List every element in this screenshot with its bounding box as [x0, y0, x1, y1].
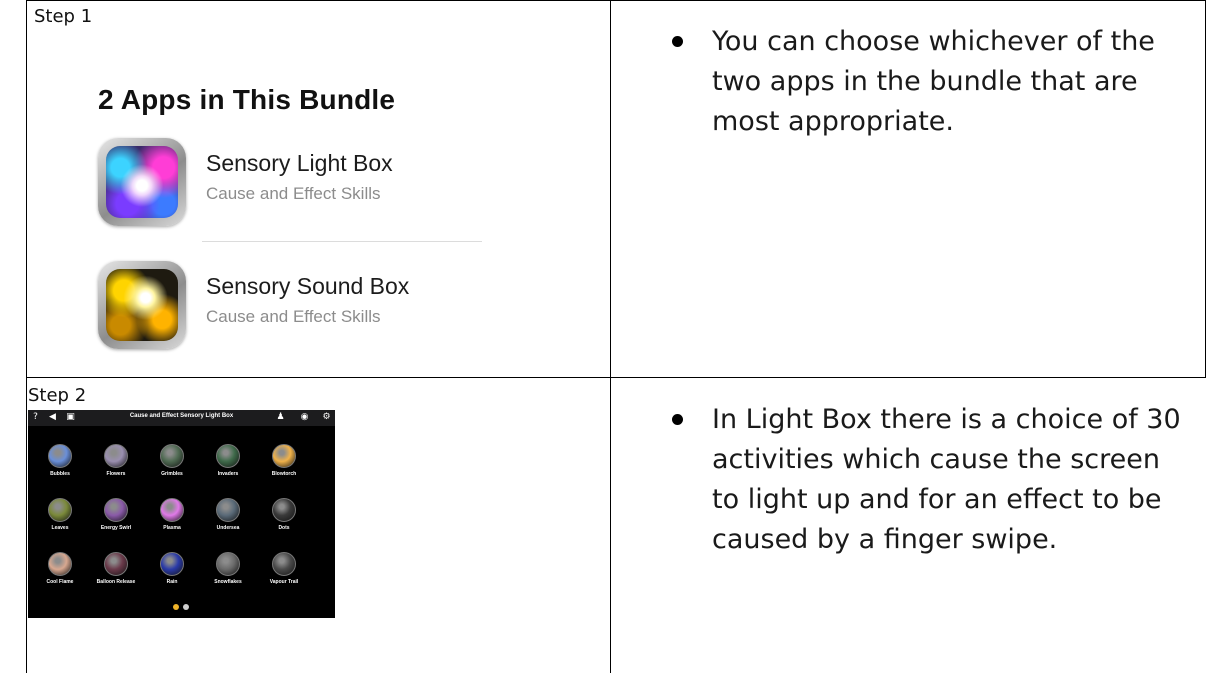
step-2-bullets: In Light Box there is a choice of 30 act… — [660, 400, 1195, 560]
activity-tile[interactable]: Cool Flame — [40, 552, 80, 592]
activity-tile[interactable]: Plasma — [152, 498, 192, 538]
activity-thumbnail-icon — [272, 444, 296, 468]
activity-thumbnail-icon — [160, 552, 184, 576]
step-1-label: Step 1 — [34, 6, 93, 27]
activity-tile[interactable]: Undersea — [208, 498, 248, 538]
bullet-item: You can choose whichever of the two apps… — [660, 22, 1190, 142]
screenshot-title: Cause and Effect Sensory Light Box — [129, 413, 234, 419]
activity-thumbnail-icon — [48, 552, 72, 576]
activity-label: Vapour Trail — [269, 579, 299, 585]
activity-thumbnail-icon — [104, 498, 128, 522]
activity-label: Rain — [166, 579, 178, 585]
activity-tile[interactable]: Bubbles — [40, 444, 80, 484]
activity-tile[interactable]: Energy Swirl — [96, 498, 136, 538]
activity-label: Energy Swirl — [100, 525, 132, 531]
bullet-dot-icon — [672, 414, 683, 425]
activity-tile[interactable]: Leaves — [40, 498, 80, 538]
bullet-dot-icon — [672, 36, 683, 47]
app-item-sensory-light-box: Sensory Light Box Cause and Effect Skill… — [98, 138, 498, 228]
activity-tile[interactable]: Invaders — [208, 444, 248, 484]
activity-thumbnail-icon — [216, 444, 240, 468]
column-divider — [610, 0, 611, 673]
app-item-sensory-sound-box: Sensory Sound Box Cause and Effect Skill… — [98, 261, 498, 351]
activity-tile[interactable]: Blowtorch — [264, 444, 304, 484]
table-top-border — [26, 0, 1206, 1]
app-divider — [202, 241, 482, 242]
activity-label: Snowflakes — [214, 579, 242, 585]
activity-thumbnail-icon — [104, 552, 128, 576]
activity-thumbnail-icon — [48, 444, 72, 468]
page-indicator[interactable] — [183, 604, 189, 610]
bundle-title: 2 Apps in This Bundle — [98, 84, 396, 115]
activity-label: Blowtorch — [271, 471, 297, 477]
sensory-sound-box-icon — [98, 261, 186, 349]
activity-tile[interactable]: Flowers — [96, 444, 136, 484]
activity-tile[interactable]: Snowflakes — [208, 552, 248, 592]
app-name: Sensory Light Box — [206, 150, 393, 176]
activity-thumbnail-icon — [216, 552, 240, 576]
screenshot-toolbar: ? ◀ ▣ Cause and Effect Sensory Light Box… — [28, 410, 335, 426]
app-bundle-card: 2 Apps in This Bundle Sensory Light Box … — [96, 78, 496, 358]
activity-thumbnail-icon — [48, 498, 72, 522]
activity-thumbnail-icon — [104, 444, 128, 468]
page-indicator-active[interactable] — [173, 604, 179, 610]
activity-tile[interactable]: Dots — [264, 498, 304, 538]
activity-label: Dots — [278, 525, 290, 531]
activity-tile[interactable]: Rain — [152, 552, 192, 592]
activity-label: Flowers — [106, 471, 126, 477]
activity-tile[interactable]: Balloon Release — [96, 552, 136, 592]
activity-thumbnail-icon — [160, 498, 184, 522]
eye-icon: ◉ — [300, 412, 309, 422]
table-left-border — [26, 0, 27, 673]
activity-label: Plasma — [163, 525, 181, 531]
sensory-light-box-icon — [98, 138, 186, 226]
light-box-screenshot: ? ◀ ▣ Cause and Effect Sensory Light Box… — [28, 410, 335, 618]
step-2-label: Step 2 — [28, 385, 87, 406]
activity-thumbnail-icon — [216, 498, 240, 522]
app-subtitle: Cause and Effect Skills — [206, 184, 381, 203]
activity-label: Balloon Release — [96, 579, 136, 585]
steps-table: Step 1 2 Apps in This Bundle Sensory Lig… — [0, 0, 1206, 673]
activity-label: Leaves — [51, 525, 69, 531]
gear-icon: ⚙ — [322, 412, 331, 422]
activity-thumbnail-icon — [272, 498, 296, 522]
activity-label: Cool Flame — [46, 579, 74, 585]
activity-label: Grimbles — [161, 471, 183, 477]
activity-label: Undersea — [216, 525, 240, 531]
app-subtitle: Cause and Effect Skills — [206, 307, 381, 326]
bullet-item: In Light Box there is a choice of 30 act… — [660, 400, 1195, 560]
activity-tile[interactable]: Vapour Trail — [264, 552, 304, 592]
app-name: Sensory Sound Box — [206, 273, 410, 299]
activity-thumbnail-icon — [160, 444, 184, 468]
activity-label: Invaders — [217, 471, 239, 477]
row-divider — [26, 377, 1206, 378]
user-icon: ♟ — [276, 412, 285, 422]
activity-tile[interactable]: Grimbles — [152, 444, 192, 484]
activity-thumbnail-icon — [272, 552, 296, 576]
step-1-bullets: You can choose whichever of the two apps… — [660, 22, 1190, 142]
activity-label: Bubbles — [50, 471, 70, 477]
